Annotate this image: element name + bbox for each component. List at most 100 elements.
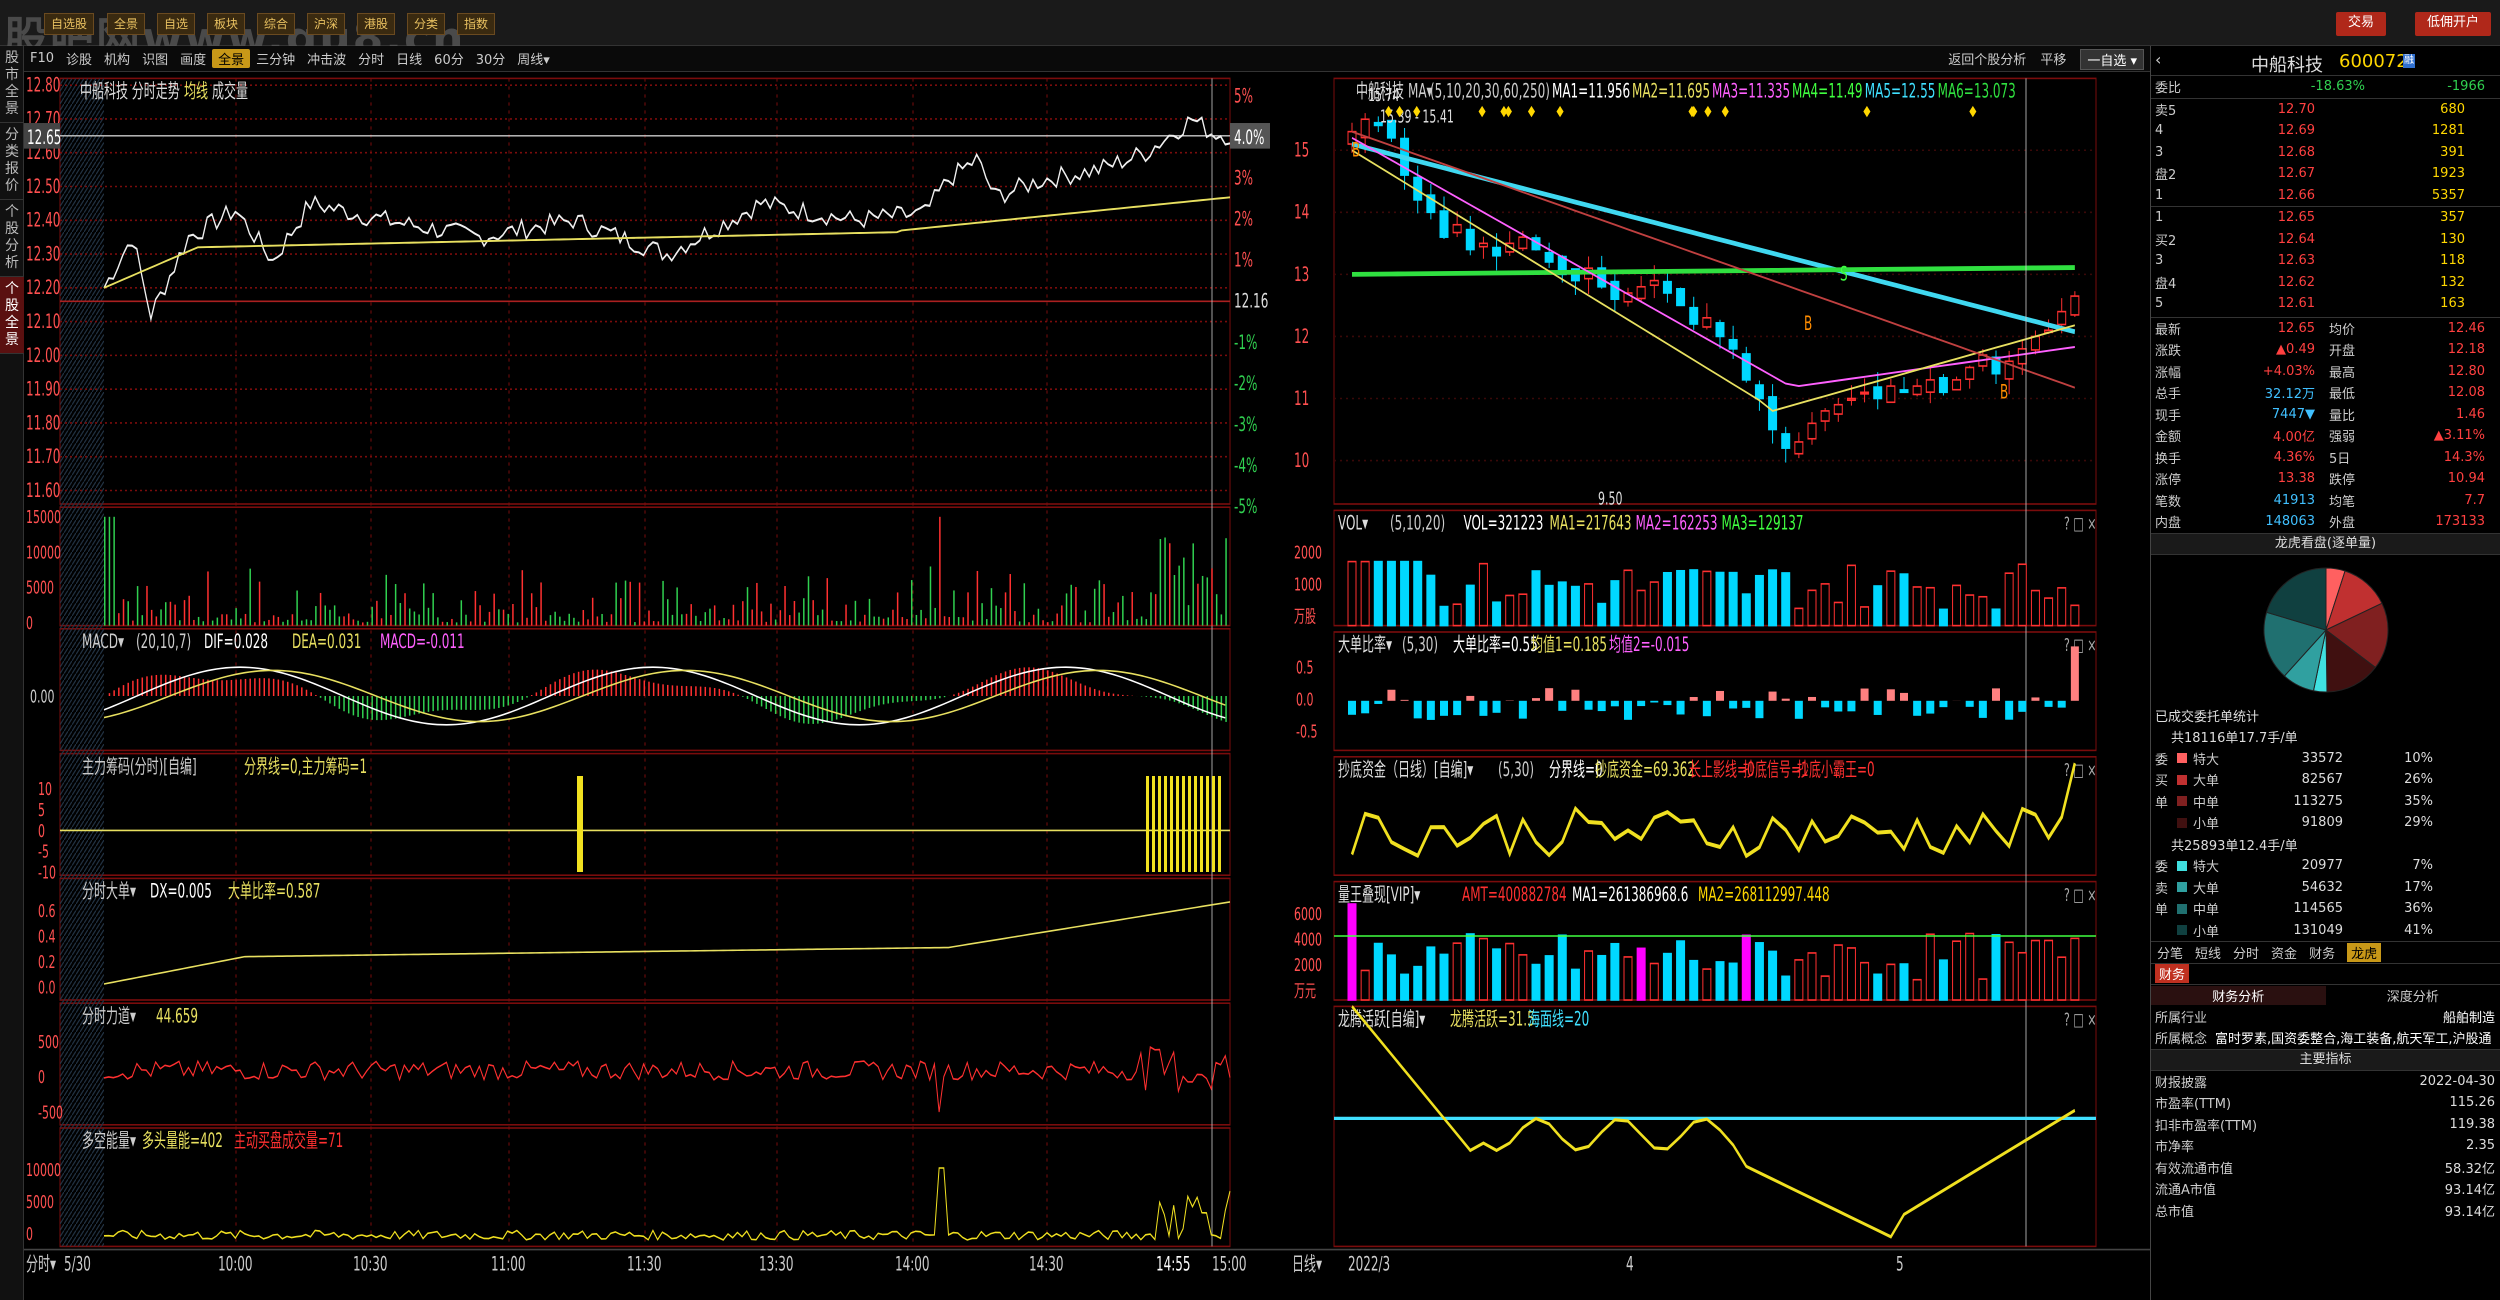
daily-vol-bar — [1728, 571, 1738, 627]
buy-level-row[interactable]: 盘4 12.62 132 — [2151, 272, 2500, 294]
sell-level-row[interactable]: 盘2 12.67 1923 — [2151, 163, 2500, 185]
tb-pattern[interactable]: 识图 — [136, 49, 174, 68]
header-tab[interactable]: 自选 — [157, 13, 196, 35]
rz-badge-icon[interactable]: 融 — [2403, 54, 2415, 68]
macd-bar — [854, 696, 857, 713]
vol-bar — [371, 606, 373, 626]
candle-body — [1768, 396, 1778, 431]
vol-bar — [394, 584, 397, 626]
tb-30min[interactable]: 30分 — [470, 49, 512, 68]
vol-bar — [967, 592, 969, 626]
zlcm-bar — [1146, 776, 1149, 872]
header-tab[interactable]: 全景 — [107, 13, 146, 35]
back-to-analysis[interactable]: 返回个股分析 — [1948, 49, 2026, 70]
macd-bar — [906, 696, 908, 702]
vol-bar — [798, 612, 800, 626]
daily-vol-bar — [2070, 604, 2080, 627]
vol-bar — [225, 614, 228, 626]
sell-level-row[interactable]: 1 12.66 5357 — [2151, 185, 2500, 207]
buy-level-row[interactable]: 5 12.61 163 — [2151, 293, 2500, 315]
vol-bar — [1159, 539, 1162, 626]
ddbl-bar — [2057, 700, 2066, 708]
sell-level-row[interactable]: 卖5 12.70 680 — [2151, 99, 2500, 121]
vol-bar — [305, 619, 308, 626]
nav-category-quote[interactable]: 分类报价 — [0, 123, 24, 200]
vol-bar — [1075, 586, 1077, 626]
candle-body — [1833, 403, 1843, 415]
header-tab[interactable]: 综合 — [257, 13, 296, 35]
vol-value: MA1=217643 — [1550, 512, 1632, 535]
vol-bar — [746, 587, 749, 626]
tb-draw[interactable]: 画度 — [174, 49, 212, 68]
fin-analysis-tab[interactable]: 财务分析 — [2151, 985, 2326, 1005]
header-tab[interactable]: 沪深 — [307, 13, 346, 35]
vol-bar — [460, 600, 463, 626]
quote-tab[interactable]: 龙虎 — [2347, 942, 2382, 962]
tb-60min[interactable]: 60分 — [428, 49, 470, 68]
lw-bar — [1991, 934, 2001, 1001]
header-tab[interactable]: 指数 — [457, 13, 496, 35]
back-chevron-icon[interactable]: ‹ — [2155, 50, 2161, 69]
price-tick: 12.50 — [26, 175, 60, 198]
tb-daily[interactable]: 日线 — [390, 49, 428, 68]
trade-button[interactable]: 交易 — [2336, 12, 2387, 36]
quote-tab[interactable]: 分笔 — [2157, 943, 2183, 962]
fin-tab[interactable]: 财务 — [2155, 964, 2190, 984]
header-tab[interactable]: 板块 — [207, 13, 246, 35]
macd-bar — [211, 680, 214, 696]
buy-level-row[interactable]: 1 12.65 357 — [2151, 207, 2500, 229]
fsld-title: 分时力道▾ — [82, 1004, 136, 1027]
open-account-button[interactable]: 低佣开户 — [2415, 12, 2492, 36]
macd-bar — [835, 696, 838, 720]
vol-bar — [756, 582, 758, 626]
macd-bar — [695, 686, 697, 696]
tb-institution[interactable]: 机构 — [98, 49, 136, 68]
buy-level-row[interactable]: 3 12.63 118 — [2151, 250, 2500, 272]
vol-bar — [272, 615, 275, 626]
quote-text: 最新 — [2155, 322, 2182, 338]
tb-f10[interactable]: F10 — [24, 51, 60, 66]
vol-bar — [831, 620, 833, 626]
tb-overview[interactable]: 全景 — [212, 49, 251, 68]
vol-bar — [1220, 614, 1223, 626]
quote-text: 7% — [2412, 858, 2433, 874]
daily-vol-bar — [1912, 586, 1922, 627]
vol-bar — [418, 614, 420, 626]
pan-button[interactable]: 平移 — [2040, 49, 2066, 70]
fsld-value: 44.659 — [156, 1004, 198, 1027]
macd-bar — [638, 679, 641, 696]
tb-diagnose[interactable]: 诊股 — [60, 49, 98, 68]
quote-tab[interactable]: 分时 — [2233, 943, 2259, 962]
lths-title: 龙腾活跃[自编]▾ — [1338, 1008, 1425, 1031]
tb-3min[interactable]: 三分钟 — [250, 49, 301, 68]
quote-tab[interactable]: 短线 — [2195, 943, 2221, 962]
quote-tab[interactable]: 资金 — [2271, 943, 2297, 962]
ddbl-bar — [1913, 700, 1922, 716]
candle-body — [1938, 377, 1948, 394]
tb-weekly[interactable]: 周线▾ — [511, 49, 556, 68]
macd-bar — [915, 696, 918, 701]
lw-bar — [1518, 954, 1528, 1001]
header-tab[interactable]: 分类 — [407, 13, 446, 35]
vol-bar — [849, 620, 852, 626]
daily-vol-bar — [2057, 587, 2067, 627]
nav-stock-overview[interactable]: 个股全景 — [0, 277, 24, 354]
nav-stock-analysis[interactable]: 个股分析 — [0, 200, 24, 277]
watchlist-select[interactable]: 一自选 ▾ — [2080, 49, 2144, 70]
time-tick: 11:30 — [627, 1252, 662, 1275]
sell-level-row[interactable]: 4 12.69 1281 — [2151, 120, 2500, 142]
lw-bar — [1649, 962, 1659, 1001]
vol-bar — [221, 614, 223, 626]
tb-intraday[interactable]: 分时 — [352, 49, 390, 68]
quote-tab[interactable]: 财务 — [2309, 943, 2335, 962]
buy-level-row[interactable]: 买2 12.64 130 — [2151, 229, 2500, 251]
nav-market-overview[interactable]: 股市全景 — [0, 46, 24, 123]
deep-analysis-tab[interactable]: 深度分析 — [2326, 986, 2500, 1005]
macd-bar — [333, 696, 336, 707]
sell-level-row[interactable]: 3 12.68 391 — [2151, 142, 2500, 164]
header-tab[interactable]: 港股 — [357, 13, 396, 35]
candle-body — [1492, 246, 1502, 257]
ddbl-bar — [1873, 700, 1882, 715]
header-tab[interactable]: 自选股 — [44, 13, 95, 35]
tb-impulse[interactable]: 冲击波 — [301, 49, 352, 68]
